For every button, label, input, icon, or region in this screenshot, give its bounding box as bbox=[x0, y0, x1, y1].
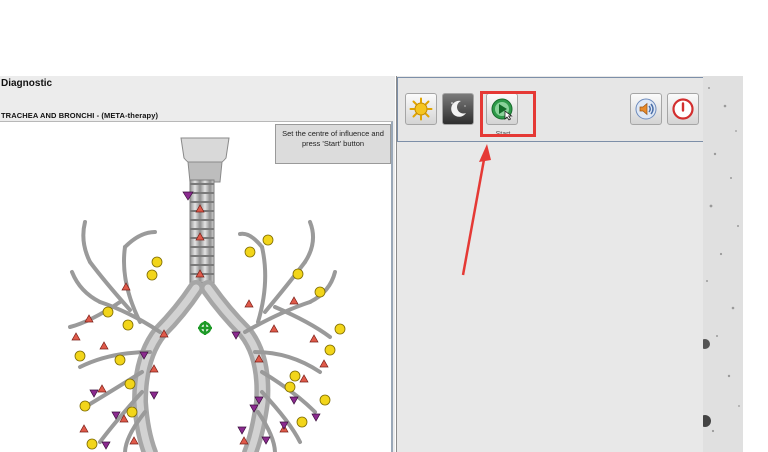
organ-subtitle: TRACHEA AND BRONCHI - (META-therapy) bbox=[1, 111, 159, 120]
sound-icon bbox=[635, 98, 657, 120]
power-button[interactable] bbox=[667, 93, 699, 125]
sound-button[interactable] bbox=[630, 93, 662, 125]
start-button[interactable] bbox=[486, 93, 518, 125]
start-button-label: Start bbox=[495, 131, 511, 138]
start-icon bbox=[491, 98, 513, 121]
hint-line-2: press 'Start' button bbox=[301, 139, 365, 148]
moon-button[interactable] bbox=[442, 93, 474, 125]
sun-icon bbox=[409, 97, 433, 121]
lung-diagram[interactable] bbox=[0, 121, 393, 452]
bronchial-tree-illustration bbox=[68, 137, 346, 452]
background-texture-strip bbox=[703, 76, 743, 452]
toolbar: Start bbox=[397, 77, 704, 142]
window-title: Diagnostic bbox=[1, 78, 53, 89]
instruction-hint: Set the centre of influence and press 'S… bbox=[275, 124, 391, 164]
power-icon bbox=[672, 98, 694, 120]
speckle-texture bbox=[703, 76, 743, 452]
diagnostic-panel: Diagnostic TRACHEA AND BRONCHI - (META-t… bbox=[0, 76, 395, 452]
sun-button[interactable] bbox=[405, 93, 437, 125]
diagnostic-window: Diagnostic TRACHEA AND BRONCHI - (META-t… bbox=[0, 76, 768, 452]
center-of-influence-marker bbox=[198, 321, 212, 335]
moon-icon bbox=[451, 100, 466, 117]
hint-line-1: Set the centre of influence and bbox=[282, 129, 384, 138]
